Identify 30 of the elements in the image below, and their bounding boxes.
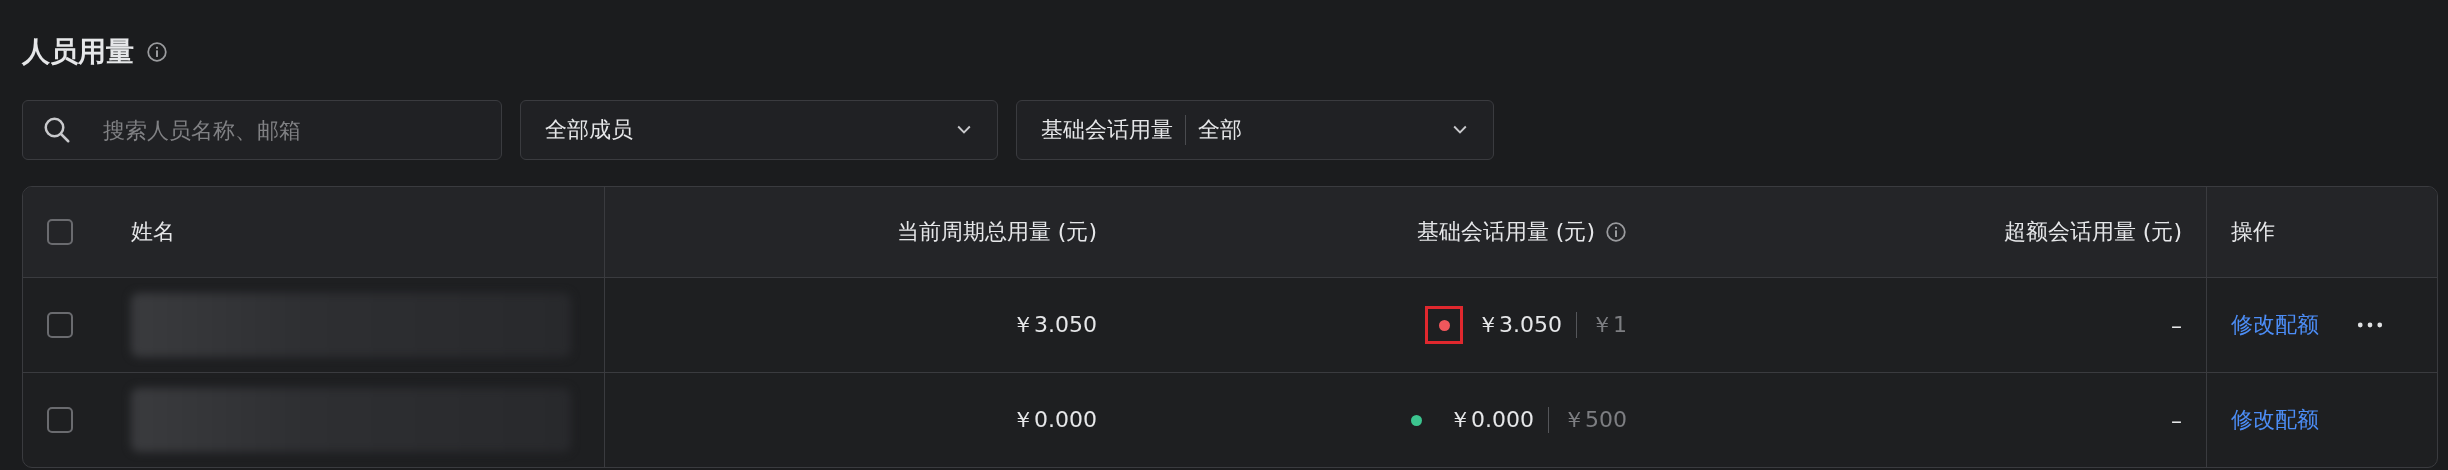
- caret-icon: [957, 125, 971, 135]
- dropdown-label: 基础会话用量: [1041, 115, 1186, 145]
- column-header: 当前周期总用量 (元): [896, 218, 1097, 246]
- section-title: 人员用量: [22, 34, 134, 70]
- excess-usage: –: [2171, 407, 2182, 433]
- usage-dropdown[interactable]: 基础会话用量 全部: [1016, 100, 1494, 160]
- dropdown-value: 全部: [1198, 116, 1243, 144]
- edit-quota-link[interactable]: 修改配额: [2231, 310, 2319, 340]
- row-checkbox[interactable]: [47, 312, 73, 338]
- base-usage: ￥3.050: [1477, 311, 1562, 339]
- excess-usage: –: [2171, 312, 2182, 338]
- column-header: 操作: [2231, 218, 2275, 246]
- info-icon[interactable]: [146, 41, 168, 63]
- total-usage: ￥3.050: [1012, 311, 1097, 339]
- member-dropdown[interactable]: 全部成员: [520, 100, 998, 160]
- row-checkbox[interactable]: [47, 407, 73, 433]
- select-all-checkbox[interactable]: [47, 219, 73, 245]
- info-icon[interactable]: [1605, 221, 1627, 243]
- quota-amount: ￥1: [1591, 311, 1627, 339]
- column-header: 超额会话用量 (元): [2003, 218, 2182, 246]
- search-field[interactable]: 搜索人员名称、邮箱: [22, 100, 502, 160]
- caret-icon: [1453, 125, 1467, 135]
- edit-quota-link[interactable]: 修改配额: [2231, 405, 2319, 435]
- more-icon[interactable]: [2357, 321, 2383, 329]
- search-icon: [42, 115, 72, 145]
- base-usage: ￥0.000: [1449, 406, 1534, 434]
- column-header: 基础会话用量 (元): [1416, 218, 1595, 246]
- total-usage: ￥0.000: [1012, 406, 1097, 434]
- column-header: 姓名: [131, 218, 175, 246]
- quota-amount: ￥500: [1563, 406, 1627, 434]
